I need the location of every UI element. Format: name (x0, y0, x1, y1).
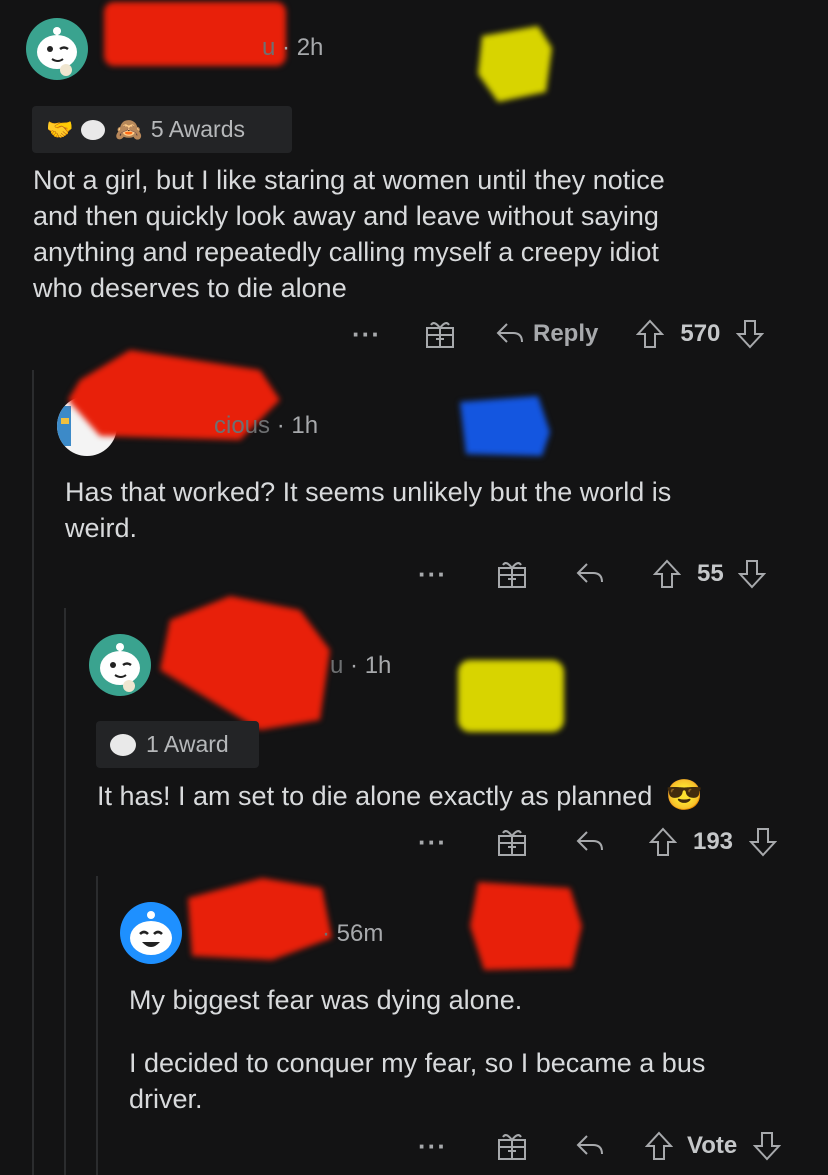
downvote-icon[interactable] (753, 1131, 782, 1161)
username-fragment[interactable]: u (262, 34, 275, 61)
vote-score: 570 (680, 320, 721, 347)
comment-meta: u · 2h (262, 34, 324, 61)
comment-meta: cious · 1h (214, 412, 319, 439)
reply-arrow-icon (496, 323, 523, 343)
comment-body-line: weird. (65, 513, 138, 543)
comment-actions: ··· Vote (418, 1126, 782, 1166)
redacted-flair (460, 396, 550, 456)
comment-time: 56m (336, 920, 384, 947)
awards-label: 1 Award (146, 731, 229, 757)
snoo-avatar-icon (37, 27, 77, 76)
comment-body-line: and then quickly look away and leave wit… (33, 201, 659, 231)
comment-time: 1h (291, 412, 319, 439)
more-dots-icon[interactable]: ··· (418, 827, 447, 858)
vote-label: Vote (686, 1132, 738, 1159)
gift-icon[interactable] (497, 559, 527, 589)
redacted-flair (470, 882, 582, 970)
upvote-icon[interactable] (636, 319, 665, 349)
awards-badge[interactable]: 1 Award (96, 721, 259, 768)
redacted-flair (458, 660, 564, 732)
comment-body: Has that worked? It seems unlikely but t… (65, 474, 815, 546)
comment-body-line: Not a girl, but I like staring at women … (33, 165, 665, 195)
downvote-icon[interactable] (737, 559, 766, 589)
comment-actions: ··· 55 (418, 554, 766, 594)
awards-label: 5 Awards (150, 116, 246, 142)
comment-body: My biggest fear was dying alone. I decid… (129, 982, 819, 1117)
user-avatar[interactable] (26, 18, 88, 80)
award-monkey-icon: 🙈 (115, 116, 143, 142)
awards-badge[interactable]: 🤝 🙈 5 Awards (32, 106, 292, 153)
comment-actions: ··· Reply 570 (352, 314, 765, 354)
reply-arrow-icon (576, 1135, 603, 1155)
comment-body-line: anything and repeatedly calling myself a… (33, 237, 659, 267)
comment-body-line: who deserves to die alone (33, 273, 347, 303)
thread-line-2[interactable] (64, 608, 66, 1175)
gift-icon[interactable] (425, 319, 455, 349)
comment-meta: u · 1h (330, 652, 392, 679)
user-avatar[interactable] (89, 634, 151, 696)
comment-time: 2h (296, 34, 324, 61)
username-fragment[interactable]: u (330, 652, 343, 679)
more-dots-icon[interactable]: ··· (418, 559, 447, 590)
comment-body-line: It has! I am set to die alone exactly as… (97, 778, 817, 814)
snoo-avatar-icon (100, 643, 140, 692)
reply-arrow-icon (576, 563, 603, 583)
reply-button[interactable] (575, 829, 605, 855)
reply-button[interactable] (575, 1133, 605, 1159)
more-dots-icon[interactable]: ··· (352, 319, 381, 350)
comment-body-line: My biggest fear was dying alone. (129, 985, 523, 1015)
redacted-username (188, 878, 332, 960)
gift-icon[interactable] (497, 1131, 527, 1161)
upvote-icon[interactable] (644, 1131, 673, 1161)
comment-body-line: I decided to conquer my fear, so I becam… (129, 1048, 706, 1078)
comment-meta: · 56m (322, 920, 384, 947)
sunglasses-emoji: 😎 (665, 779, 704, 812)
comment-time: 1h (364, 652, 392, 679)
comment-body: Not a girl, but I like staring at women … (33, 162, 813, 306)
award-snoo-icon (110, 733, 136, 756)
downvote-icon[interactable] (749, 827, 778, 857)
comment-body-line: Has that worked? It seems unlikely but t… (65, 477, 672, 507)
upvote-icon[interactable] (648, 827, 677, 857)
award-snoo-icon (81, 119, 106, 140)
upvote-icon[interactable] (652, 559, 681, 589)
vote-score: 193 (692, 828, 734, 855)
comment-body: It has! I am set to die alone exactly as… (97, 778, 817, 814)
reply-label: Reply (532, 320, 599, 347)
reply-arrow-icon (576, 831, 603, 851)
gift-icon[interactable] (497, 827, 527, 857)
redacted-flair (478, 26, 552, 102)
comment-body-line: driver. (129, 1084, 203, 1114)
downvote-icon[interactable] (736, 319, 765, 349)
redacted-username (160, 596, 330, 730)
award-handshake-icon: 🤝 (46, 116, 74, 142)
thread-line-1[interactable] (32, 370, 34, 1175)
more-dots-icon[interactable]: ··· (418, 1131, 447, 1162)
comment-actions: ··· 193 (418, 822, 778, 862)
comment-body-text: It has! I am set to die alone exactly as… (97, 781, 653, 811)
thread-line-3[interactable] (96, 876, 98, 1175)
username-fragment[interactable]: cious (214, 412, 270, 439)
vote-score: 55 (696, 560, 724, 587)
reply-button[interactable] (575, 561, 605, 587)
reply-button[interactable]: Reply (495, 320, 598, 348)
